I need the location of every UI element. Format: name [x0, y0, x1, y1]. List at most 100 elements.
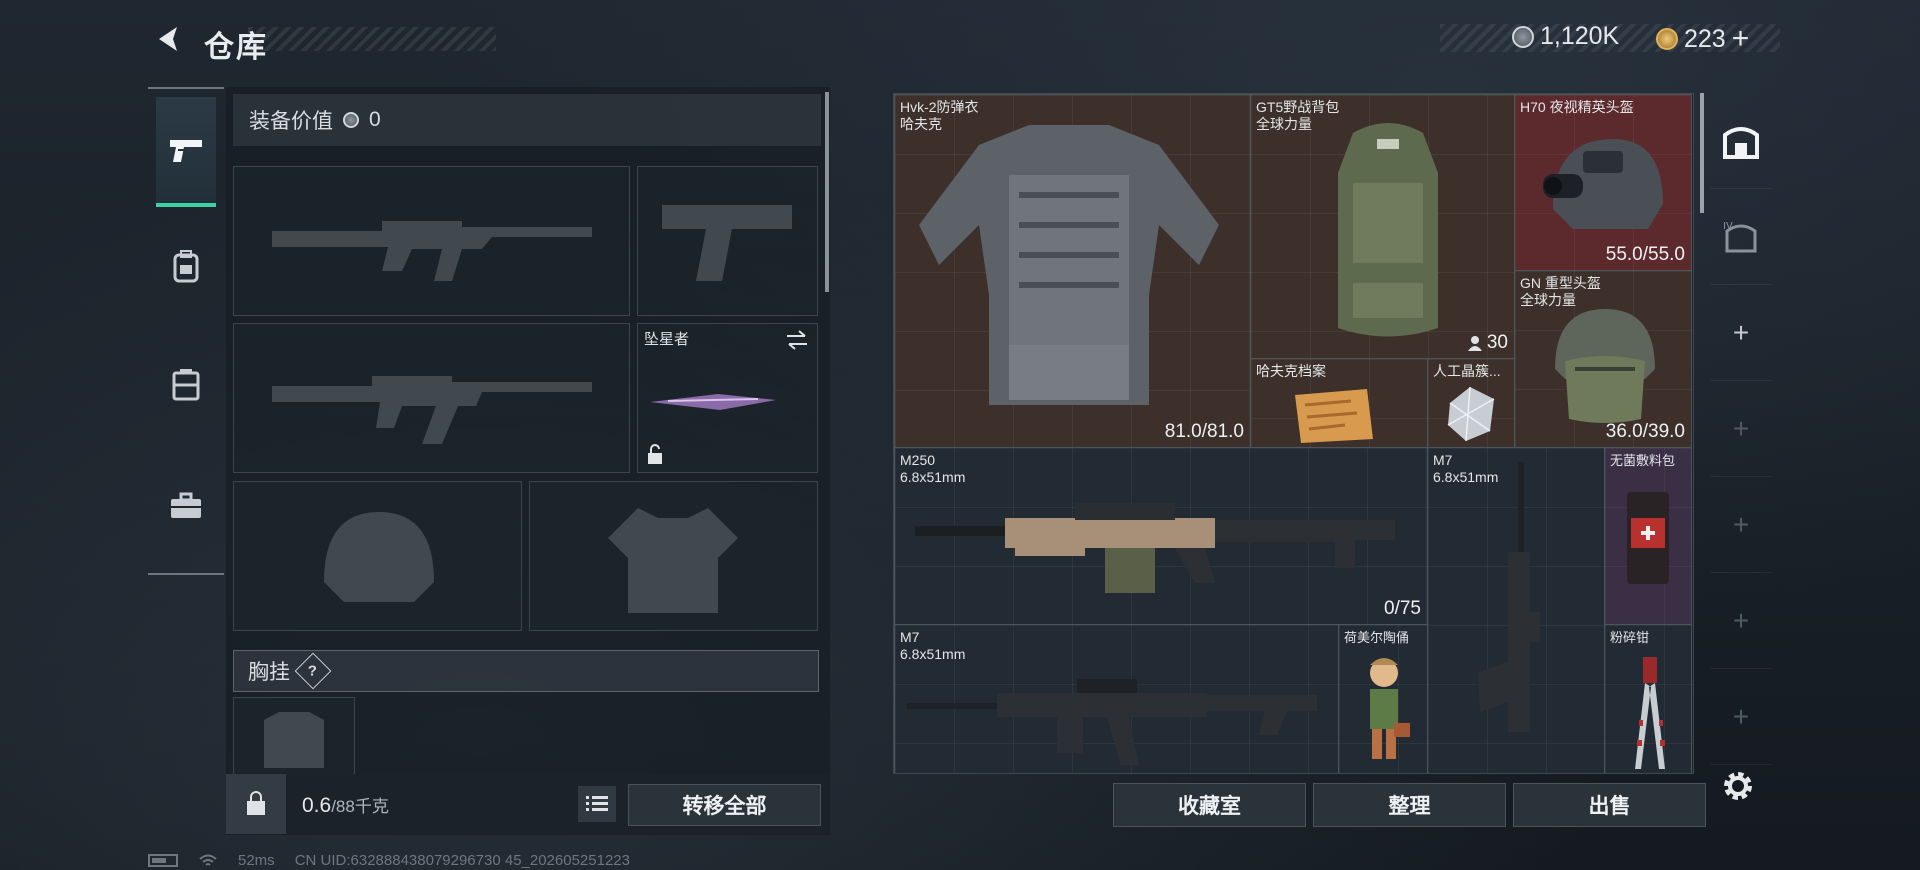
title-decoration: [248, 27, 496, 51]
silver-amount: 1,120K: [1540, 22, 1620, 50]
stash-item-m250[interactable]: M250 6.8x51mm 0/75: [894, 447, 1428, 625]
pistol-icon: [170, 140, 202, 162]
carry-weight: 0.6/88千克: [302, 792, 389, 818]
stash-item-backpack[interactable]: GT5野战背包 全球力量 30: [1250, 94, 1515, 359]
body-armor-icon: [919, 125, 1219, 405]
item-sub: 6.8x51mm: [900, 646, 966, 662]
stash-tab-add-5[interactable]: +: [1710, 669, 1772, 765]
nav-tab-case[interactable]: [156, 329, 216, 439]
lock-icon: [648, 444, 662, 464]
gold-amount: 223: [1684, 24, 1726, 53]
plus-icon: +: [1732, 412, 1750, 444]
equipment-scrollbar[interactable]: [825, 92, 829, 292]
armor-slot[interactable]: [529, 481, 818, 631]
item-count-value: 30: [1486, 332, 1508, 353]
add-currency-button[interactable]: +: [1732, 22, 1750, 56]
stash-level-icon: IV: [1723, 221, 1757, 252]
stash-item-m7-horizontal[interactable]: M7 6.8x51mm: [894, 624, 1339, 773]
helmet-silhouette-icon: [324, 512, 434, 602]
swap-icon[interactable]: [785, 330, 809, 350]
item-name: 人工晶簇...: [1433, 363, 1501, 379]
stash-tab-add-4[interactable]: +: [1710, 573, 1772, 669]
back-button[interactable]: [150, 22, 184, 56]
secondary-weapon-slot[interactable]: [233, 323, 630, 473]
item-name: M7: [900, 629, 920, 645]
equipment-value-bar: 装备价值 0: [233, 94, 821, 146]
organize-button[interactable]: 整理: [1313, 783, 1506, 827]
stash-tab-main[interactable]: [1710, 93, 1772, 189]
rifle-silhouette-icon: [272, 376, 592, 444]
item-name: Hvk-2防弹衣: [900, 99, 979, 115]
ping-text: 52ms: [238, 852, 275, 869]
silver-coin-icon: [1512, 25, 1534, 48]
stash-item-sterile-dressing[interactable]: 无菌敷料包: [1604, 447, 1692, 625]
plus-icon: +: [1732, 508, 1750, 540]
stash-tab-add-2[interactable]: +: [1710, 381, 1772, 477]
item-name: M250: [900, 452, 936, 468]
primary-weapon-slot[interactable]: [233, 166, 630, 316]
uid-text: CN UID:632888438079296730 45_20260525122…: [294, 852, 630, 869]
stash-scrollbar[interactable]: [1700, 93, 1704, 213]
rifle-silhouette-icon: [272, 221, 592, 281]
stash-item-heavy-helmet[interactable]: GN 重型头盔 全球力量 36.0/39.0: [1514, 270, 1692, 448]
nav-tab-backpack[interactable]: [156, 211, 216, 321]
stash-tab-level4[interactable]: IV: [1710, 189, 1772, 285]
heavy-helmet-icon: [1555, 309, 1655, 423]
transfer-all-button[interactable]: 转移全部: [628, 784, 821, 826]
weight-lock-icon: [226, 774, 286, 834]
pliers-icon: [1635, 657, 1665, 769]
melee-slot[interactable]: 坠星者: [637, 323, 818, 473]
night-vision-helmet-icon: [1543, 139, 1663, 229]
list-view-button[interactable]: [578, 786, 616, 822]
melee-name: 坠星者: [644, 331, 690, 348]
item-count: 30: [1467, 332, 1508, 354]
collection-room-button[interactable]: 收藏室: [1113, 783, 1306, 827]
helmet-slot[interactable]: [233, 481, 522, 631]
settings-button[interactable]: [1718, 766, 1758, 811]
item-name: H70 夜视精英头盔: [1520, 99, 1634, 115]
stash-item-havoc-file[interactable]: 哈夫克档案: [1250, 358, 1428, 448]
machine-gun-icon: [915, 503, 1395, 593]
medical-pack-icon: [1627, 492, 1669, 584]
stash-item-crusher-pliers[interactable]: 粉碎钳: [1604, 624, 1692, 773]
pistol-silhouette-icon: [662, 205, 792, 281]
user-icon: [1467, 336, 1482, 351]
stash-tab-add-3[interactable]: +: [1710, 477, 1772, 573]
stash-item-armor[interactable]: Hvk-2防弹衣 哈夫克 81.0/81.0: [894, 94, 1251, 448]
stash-item-m7-vertical[interactable]: M7 6.8x51mm: [1427, 447, 1605, 773]
item-ammo: 0/75: [1384, 598, 1421, 619]
gold-currency[interactable]: 223 +: [1656, 22, 1749, 56]
stash-item-figurine[interactable]: 荷美尔陶俑: [1338, 624, 1428, 773]
back-arrow-icon: [159, 27, 177, 51]
stash-page-tabs: IV + + + + +: [1710, 93, 1772, 833]
chest-rig-slot[interactable]: [233, 697, 355, 775]
sell-button[interactable]: 出售: [1513, 783, 1706, 827]
stash-item-crystal[interactable]: 人工晶簇...: [1427, 358, 1515, 448]
item-sub: 6.8x51mm: [900, 469, 966, 485]
case-icon: [172, 369, 200, 401]
item-name: GN 重型头盔: [1520, 275, 1601, 291]
stash-house-icon: [1723, 126, 1759, 159]
item-name: 荷美尔陶俑: [1344, 630, 1410, 645]
silver-coin-icon: [343, 112, 359, 128]
nav-tab-weapons[interactable]: [156, 97, 216, 207]
item-name: 无菌敷料包: [1610, 453, 1676, 468]
equipment-value-label: 装备价值: [249, 110, 333, 133]
document-folder-icon: [1295, 389, 1373, 443]
stash-item-night-vision-helmet[interactable]: H70 夜视精英头盔 55.0/55.0: [1514, 94, 1692, 271]
item-name: M7: [1433, 452, 1453, 468]
stash-tab-add-1[interactable]: +: [1710, 285, 1772, 381]
rifle-horizontal-icon: [907, 679, 1317, 765]
figurine-icon: [1370, 658, 1410, 759]
silver-currency[interactable]: 1,120K: [1512, 22, 1619, 51]
crystal-icon: [1447, 386, 1495, 442]
svg-text:IV: IV: [1723, 221, 1733, 232]
plus-icon: +: [1732, 316, 1750, 348]
item-sub: 全球力量: [1256, 116, 1312, 132]
wifi-icon: [199, 854, 217, 866]
briefcase-icon: [171, 492, 201, 518]
nav-tab-briefcase[interactable]: [156, 451, 216, 561]
pistol-slot[interactable]: [637, 166, 818, 316]
help-icon[interactable]: ?: [294, 652, 332, 690]
gear-icon: [1724, 772, 1752, 800]
